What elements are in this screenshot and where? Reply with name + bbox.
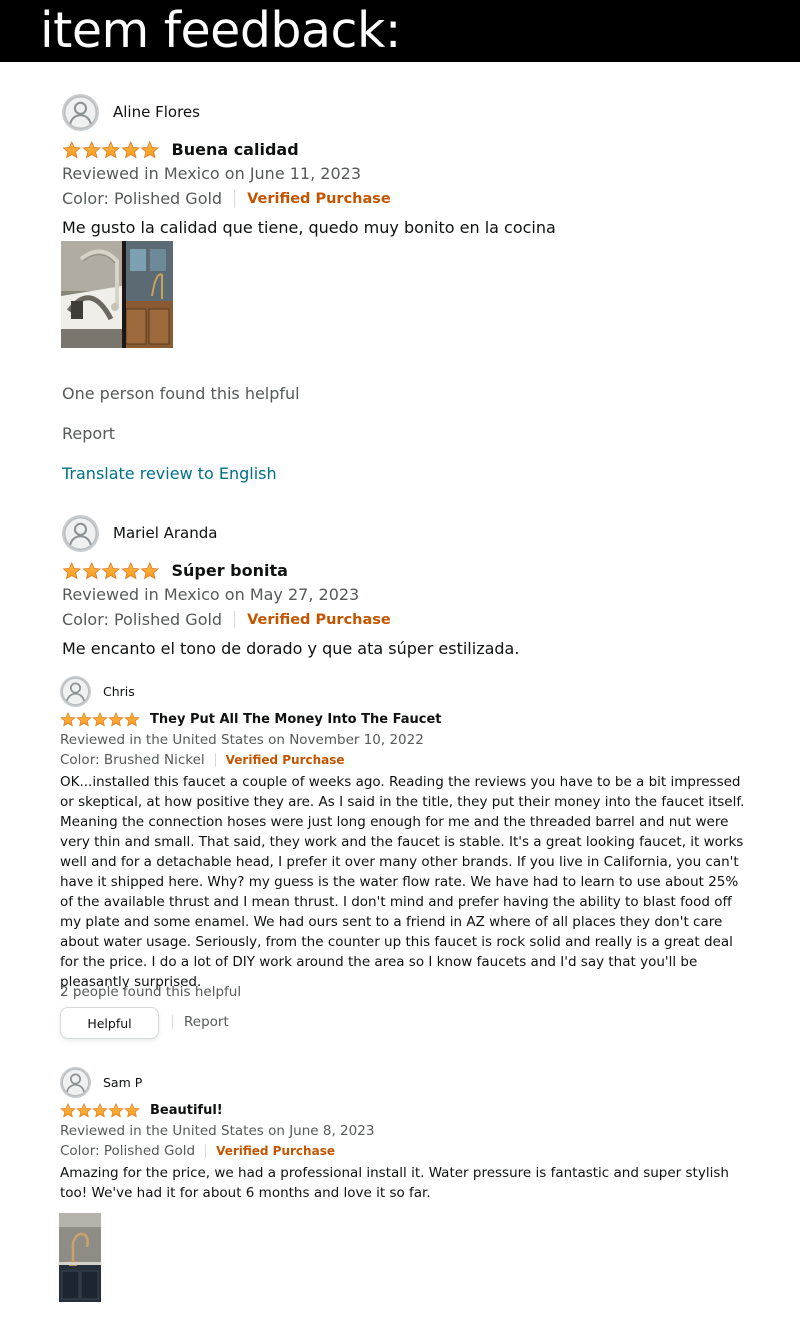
reviewer-profile[interactable]: Aline Flores bbox=[62, 94, 200, 130]
review-card: Aline Flores Buena calidad Reviewed in M… bbox=[0, 94, 800, 514]
reviewer-profile[interactable]: Sam P bbox=[60, 1067, 142, 1097]
star-icon bbox=[101, 562, 121, 580]
report-area: Report bbox=[172, 1014, 229, 1030]
star-icon bbox=[62, 562, 82, 580]
star-icon bbox=[60, 712, 76, 727]
star-icon bbox=[140, 562, 160, 580]
rating-row: Súper bonita bbox=[62, 561, 288, 580]
helpful-button[interactable]: Helpful bbox=[60, 1007, 159, 1039]
star-icon bbox=[82, 562, 102, 580]
avatar-icon bbox=[62, 515, 99, 552]
review-photos bbox=[59, 1213, 101, 1302]
review-meta: Color: Polished Gold Verified Purchase bbox=[60, 1143, 335, 1159]
review-date: Reviewed in the United States on Novembe… bbox=[60, 732, 424, 748]
star-rating bbox=[62, 562, 160, 580]
translate-link[interactable]: Translate review to English bbox=[62, 464, 277, 483]
review-photos bbox=[61, 241, 173, 348]
divider bbox=[234, 190, 236, 207]
star-icon bbox=[82, 141, 102, 159]
star-icon bbox=[121, 562, 141, 580]
review-meta: Color: Polished Gold Verified Purchase bbox=[62, 189, 391, 208]
star-icon bbox=[101, 141, 121, 159]
reviewer-name: Aline Flores bbox=[113, 103, 200, 121]
review-body: Me encanto el tono de dorado y que ata s… bbox=[62, 639, 520, 658]
divider bbox=[234, 611, 236, 628]
avatar-icon bbox=[60, 1067, 91, 1098]
review-date: Reviewed in the United States on June 8,… bbox=[60, 1123, 375, 1139]
star-icon bbox=[60, 1103, 76, 1118]
verified-purchase-badge: Verified Purchase bbox=[247, 611, 391, 628]
report-link[interactable]: Report bbox=[184, 1014, 229, 1030]
product-variant[interactable]: Color: Brushed Nickel bbox=[60, 752, 205, 768]
kitchen-photo[interactable] bbox=[122, 241, 173, 348]
divider bbox=[172, 1015, 173, 1029]
helpful-count: One person found this helpful bbox=[62, 384, 300, 403]
star-icon bbox=[124, 712, 140, 727]
star-icon bbox=[62, 141, 82, 159]
star-rating bbox=[62, 141, 160, 159]
star-icon bbox=[121, 141, 141, 159]
reviewer-profile[interactable]: Chris bbox=[60, 676, 135, 706]
star-icon bbox=[108, 1103, 124, 1118]
star-rating bbox=[60, 712, 140, 727]
review-meta: Color: Polished Gold Verified Purchase bbox=[62, 610, 391, 629]
review-body: Amazing for the price, we had a professi… bbox=[60, 1165, 729, 1201]
reviewer-name: Chris bbox=[103, 683, 135, 699]
divider bbox=[205, 1144, 207, 1158]
star-icon bbox=[124, 1103, 140, 1118]
rating-row: They Put All The Money Into The Faucet bbox=[60, 712, 441, 727]
divider bbox=[214, 753, 216, 767]
verified-purchase-badge: Verified Purchase bbox=[247, 190, 391, 207]
product-variant[interactable]: Color: Polished Gold bbox=[62, 189, 222, 208]
page-title: item feedback: bbox=[0, 0, 800, 62]
star-icon bbox=[76, 712, 92, 727]
verified-purchase-badge: Verified Purchase bbox=[225, 753, 345, 767]
reviewer-profile[interactable]: Mariel Aranda bbox=[62, 515, 217, 551]
review-meta: Color: Brushed Nickel Verified Purchase bbox=[60, 752, 345, 768]
reviewer-name: Sam P bbox=[103, 1074, 143, 1090]
review-title[interactable]: Súper bonita bbox=[172, 561, 288, 580]
avatar-icon bbox=[60, 676, 91, 707]
report-link[interactable]: Report bbox=[62, 424, 115, 443]
review-title[interactable]: Buena calidad bbox=[172, 140, 299, 159]
star-icon bbox=[76, 1103, 92, 1118]
review-date: Reviewed in Mexico on June 11, 2023 bbox=[62, 164, 361, 183]
review-card: Chris They Put All The Money Into The Fa… bbox=[0, 676, 800, 1056]
star-icon bbox=[140, 141, 160, 159]
installed-faucet-photo[interactable] bbox=[59, 1213, 101, 1302]
star-icon bbox=[92, 712, 108, 727]
avatar-icon bbox=[62, 94, 99, 131]
review-date: Reviewed in Mexico on May 27, 2023 bbox=[62, 585, 360, 604]
review-body: OK...installed this faucet a couple of w… bbox=[60, 774, 745, 990]
reviewer-name: Mariel Aranda bbox=[113, 524, 218, 542]
product-variant[interactable]: Color: Polished Gold bbox=[60, 1143, 195, 1159]
star-rating bbox=[60, 1103, 140, 1118]
review-title[interactable]: They Put All The Money Into The Faucet bbox=[150, 712, 441, 727]
review-title[interactable]: Beautiful! bbox=[150, 1103, 223, 1118]
verified-purchase-badge: Verified Purchase bbox=[216, 1144, 335, 1158]
product-variant[interactable]: Color: Polished Gold bbox=[62, 610, 222, 629]
review-card: Mariel Aranda Súper bonita Reviewed in M… bbox=[0, 515, 800, 665]
faucet-photo[interactable] bbox=[61, 241, 122, 348]
helpful-count: 2 people found this helpful bbox=[60, 984, 242, 1000]
review-card: Sam P Beautiful! Reviewed in the United … bbox=[0, 1067, 800, 1307]
star-icon bbox=[108, 712, 124, 727]
rating-row: Beautiful! bbox=[60, 1103, 223, 1118]
review-body: Me gusto la calidad que tiene, quedo muy… bbox=[62, 218, 556, 237]
star-icon bbox=[92, 1103, 108, 1118]
rating-row: Buena calidad bbox=[62, 140, 299, 159]
